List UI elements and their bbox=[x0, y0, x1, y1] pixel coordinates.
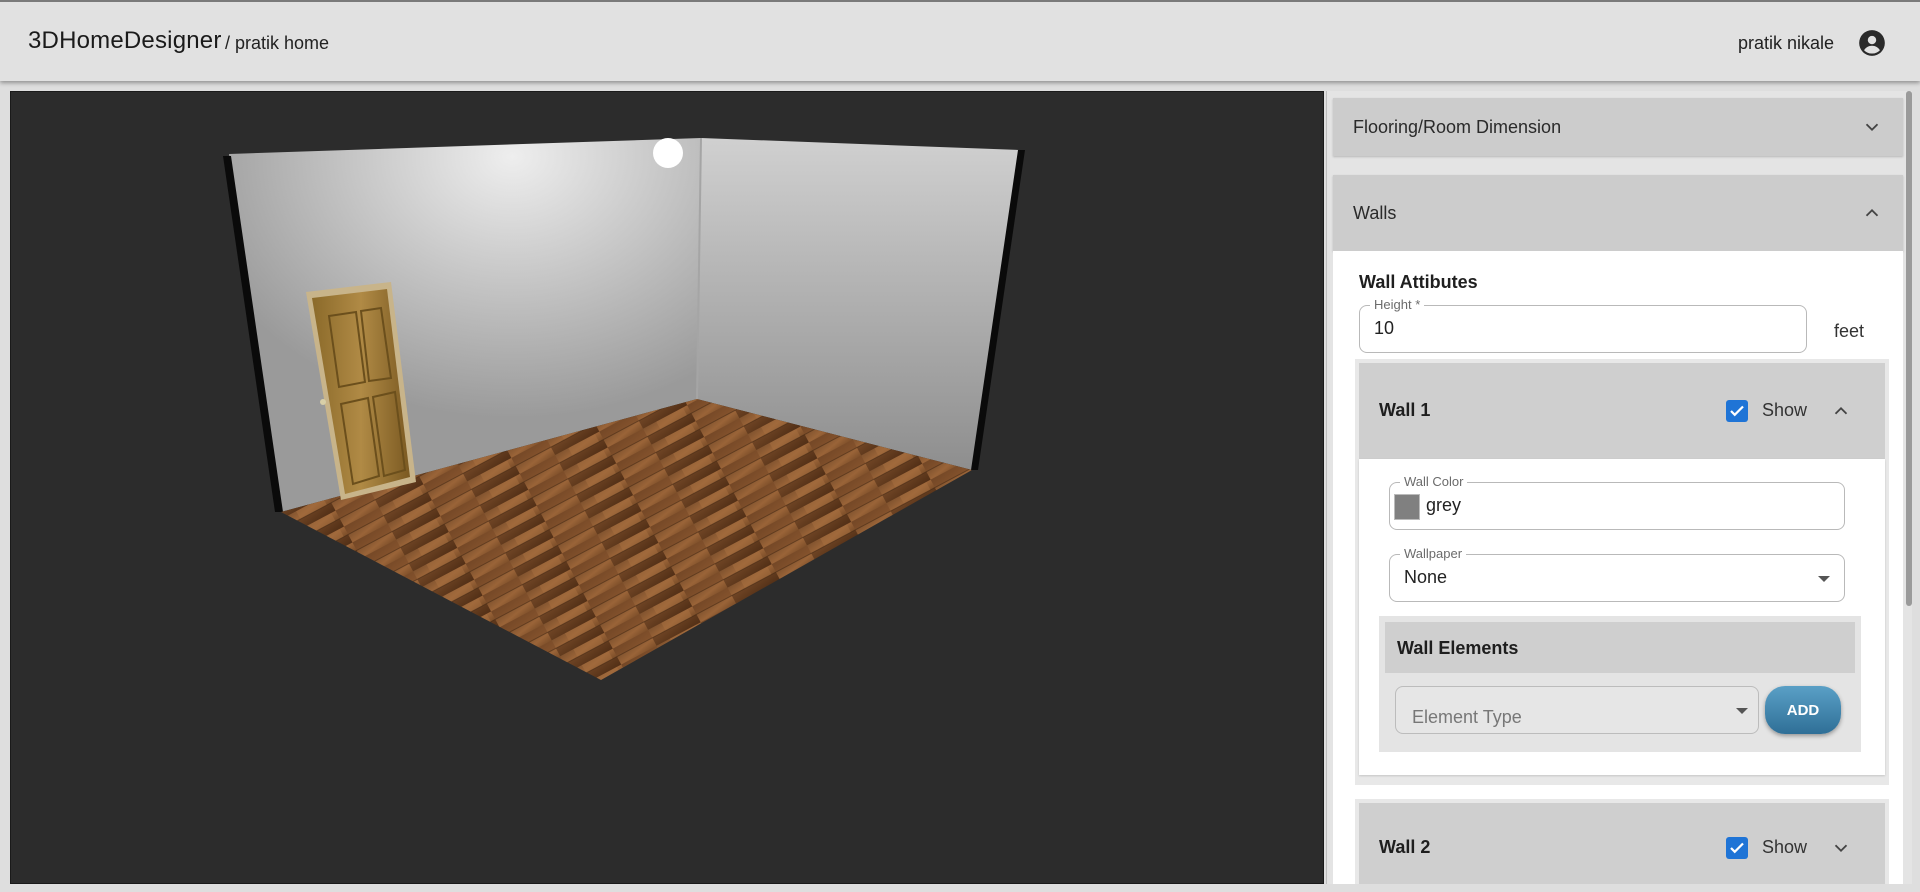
breadcrumb-project: / pratik home bbox=[225, 33, 330, 53]
chevron-up-icon[interactable] bbox=[1830, 400, 1852, 422]
wall-2-show-checkbox[interactable] bbox=[1726, 837, 1748, 859]
wallpaper-value: None bbox=[1404, 567, 1448, 587]
chevron-down-icon[interactable] bbox=[1830, 837, 1852, 859]
dropdown-arrow-icon bbox=[1736, 708, 1748, 714]
wall-attributes-title: Wall Attibutes bbox=[1359, 272, 1478, 292]
height-unit: feet bbox=[1834, 321, 1865, 341]
wall-2-header[interactable]: Wall 2 Show bbox=[1359, 803, 1885, 884]
height-label: Height * bbox=[1370, 297, 1425, 313]
app-header: 3DHomeDesigner / pratik home pratik nika… bbox=[0, 0, 1920, 81]
accordion-flooring[interactable]: Flooring/Room Dimension bbox=[1333, 98, 1903, 156]
wall-2-show-label: Show bbox=[1762, 837, 1808, 857]
app-title[interactable]: 3DHomeDesigner bbox=[28, 27, 222, 55]
wall-elements-header: Wall Elements bbox=[1385, 622, 1855, 673]
check-icon bbox=[1730, 405, 1744, 417]
accordion-flooring-title: Flooring/Room Dimension bbox=[1353, 116, 1562, 137]
accordion-walls-title: Walls bbox=[1353, 202, 1397, 223]
chevron-down-icon[interactable] bbox=[1861, 116, 1883, 138]
wall-elements-title: Wall Elements bbox=[1397, 638, 1519, 658]
wallpaper-select[interactable]: Wallpaper None bbox=[1389, 546, 1845, 602]
properties-panel: Flooring/Room Dimension Walls Wall Attib… bbox=[1326, 91, 1912, 884]
wall-color-field[interactable]: Wall Color grey bbox=[1389, 474, 1845, 530]
wall-color-value: grey bbox=[1426, 495, 1462, 515]
walls-section-body: Wall Attibutes Height * 10 feet Wall 1 S… bbox=[1333, 251, 1903, 884]
wall-1-title: Wall 1 bbox=[1379, 400, 1431, 420]
room-scene[interactable] bbox=[11, 92, 1324, 884]
dropdown-arrow-icon bbox=[1818, 576, 1830, 582]
3d-viewport[interactable] bbox=[10, 91, 1324, 884]
color-swatch[interactable] bbox=[1394, 494, 1420, 520]
element-type-select[interactable]: Element Type bbox=[1395, 686, 1759, 734]
wallpaper-label: Wallpaper bbox=[1400, 546, 1467, 562]
light-handle[interactable] bbox=[653, 138, 683, 168]
panel-scrollbar[interactable] bbox=[1906, 91, 1912, 606]
add-element-button[interactable]: ADD bbox=[1765, 686, 1841, 734]
wall-2-card: Wall 2 Show bbox=[1355, 799, 1889, 884]
wall-1-card: Wall 1 Show Wall Color grey Wallpaper No… bbox=[1355, 359, 1889, 785]
chevron-up-icon[interactable] bbox=[1861, 202, 1883, 224]
height-value[interactable]: 10 bbox=[1374, 318, 1394, 339]
wall-1-show-checkbox[interactable] bbox=[1726, 400, 1748, 422]
wall-2-title: Wall 2 bbox=[1379, 837, 1431, 857]
wall-1-show-label: Show bbox=[1762, 400, 1808, 420]
wall-elements-section: Wall Elements Element Type ADD bbox=[1379, 616, 1861, 752]
element-type-placeholder: Element Type bbox=[1412, 707, 1522, 727]
wall-1-header[interactable]: Wall 1 Show bbox=[1359, 363, 1885, 459]
check-icon bbox=[1730, 842, 1744, 854]
wall-color-label: Wall Color bbox=[1400, 474, 1468, 490]
height-field[interactable]: Height * 10 bbox=[1359, 297, 1807, 353]
account-circle-icon[interactable] bbox=[1858, 29, 1886, 57]
wall-1-details: Wall Color grey Wallpaper None Wall Elem… bbox=[1359, 459, 1885, 775]
accordion-walls[interactable]: Walls bbox=[1333, 175, 1903, 251]
user-name: pratik nikale bbox=[1737, 33, 1834, 53]
